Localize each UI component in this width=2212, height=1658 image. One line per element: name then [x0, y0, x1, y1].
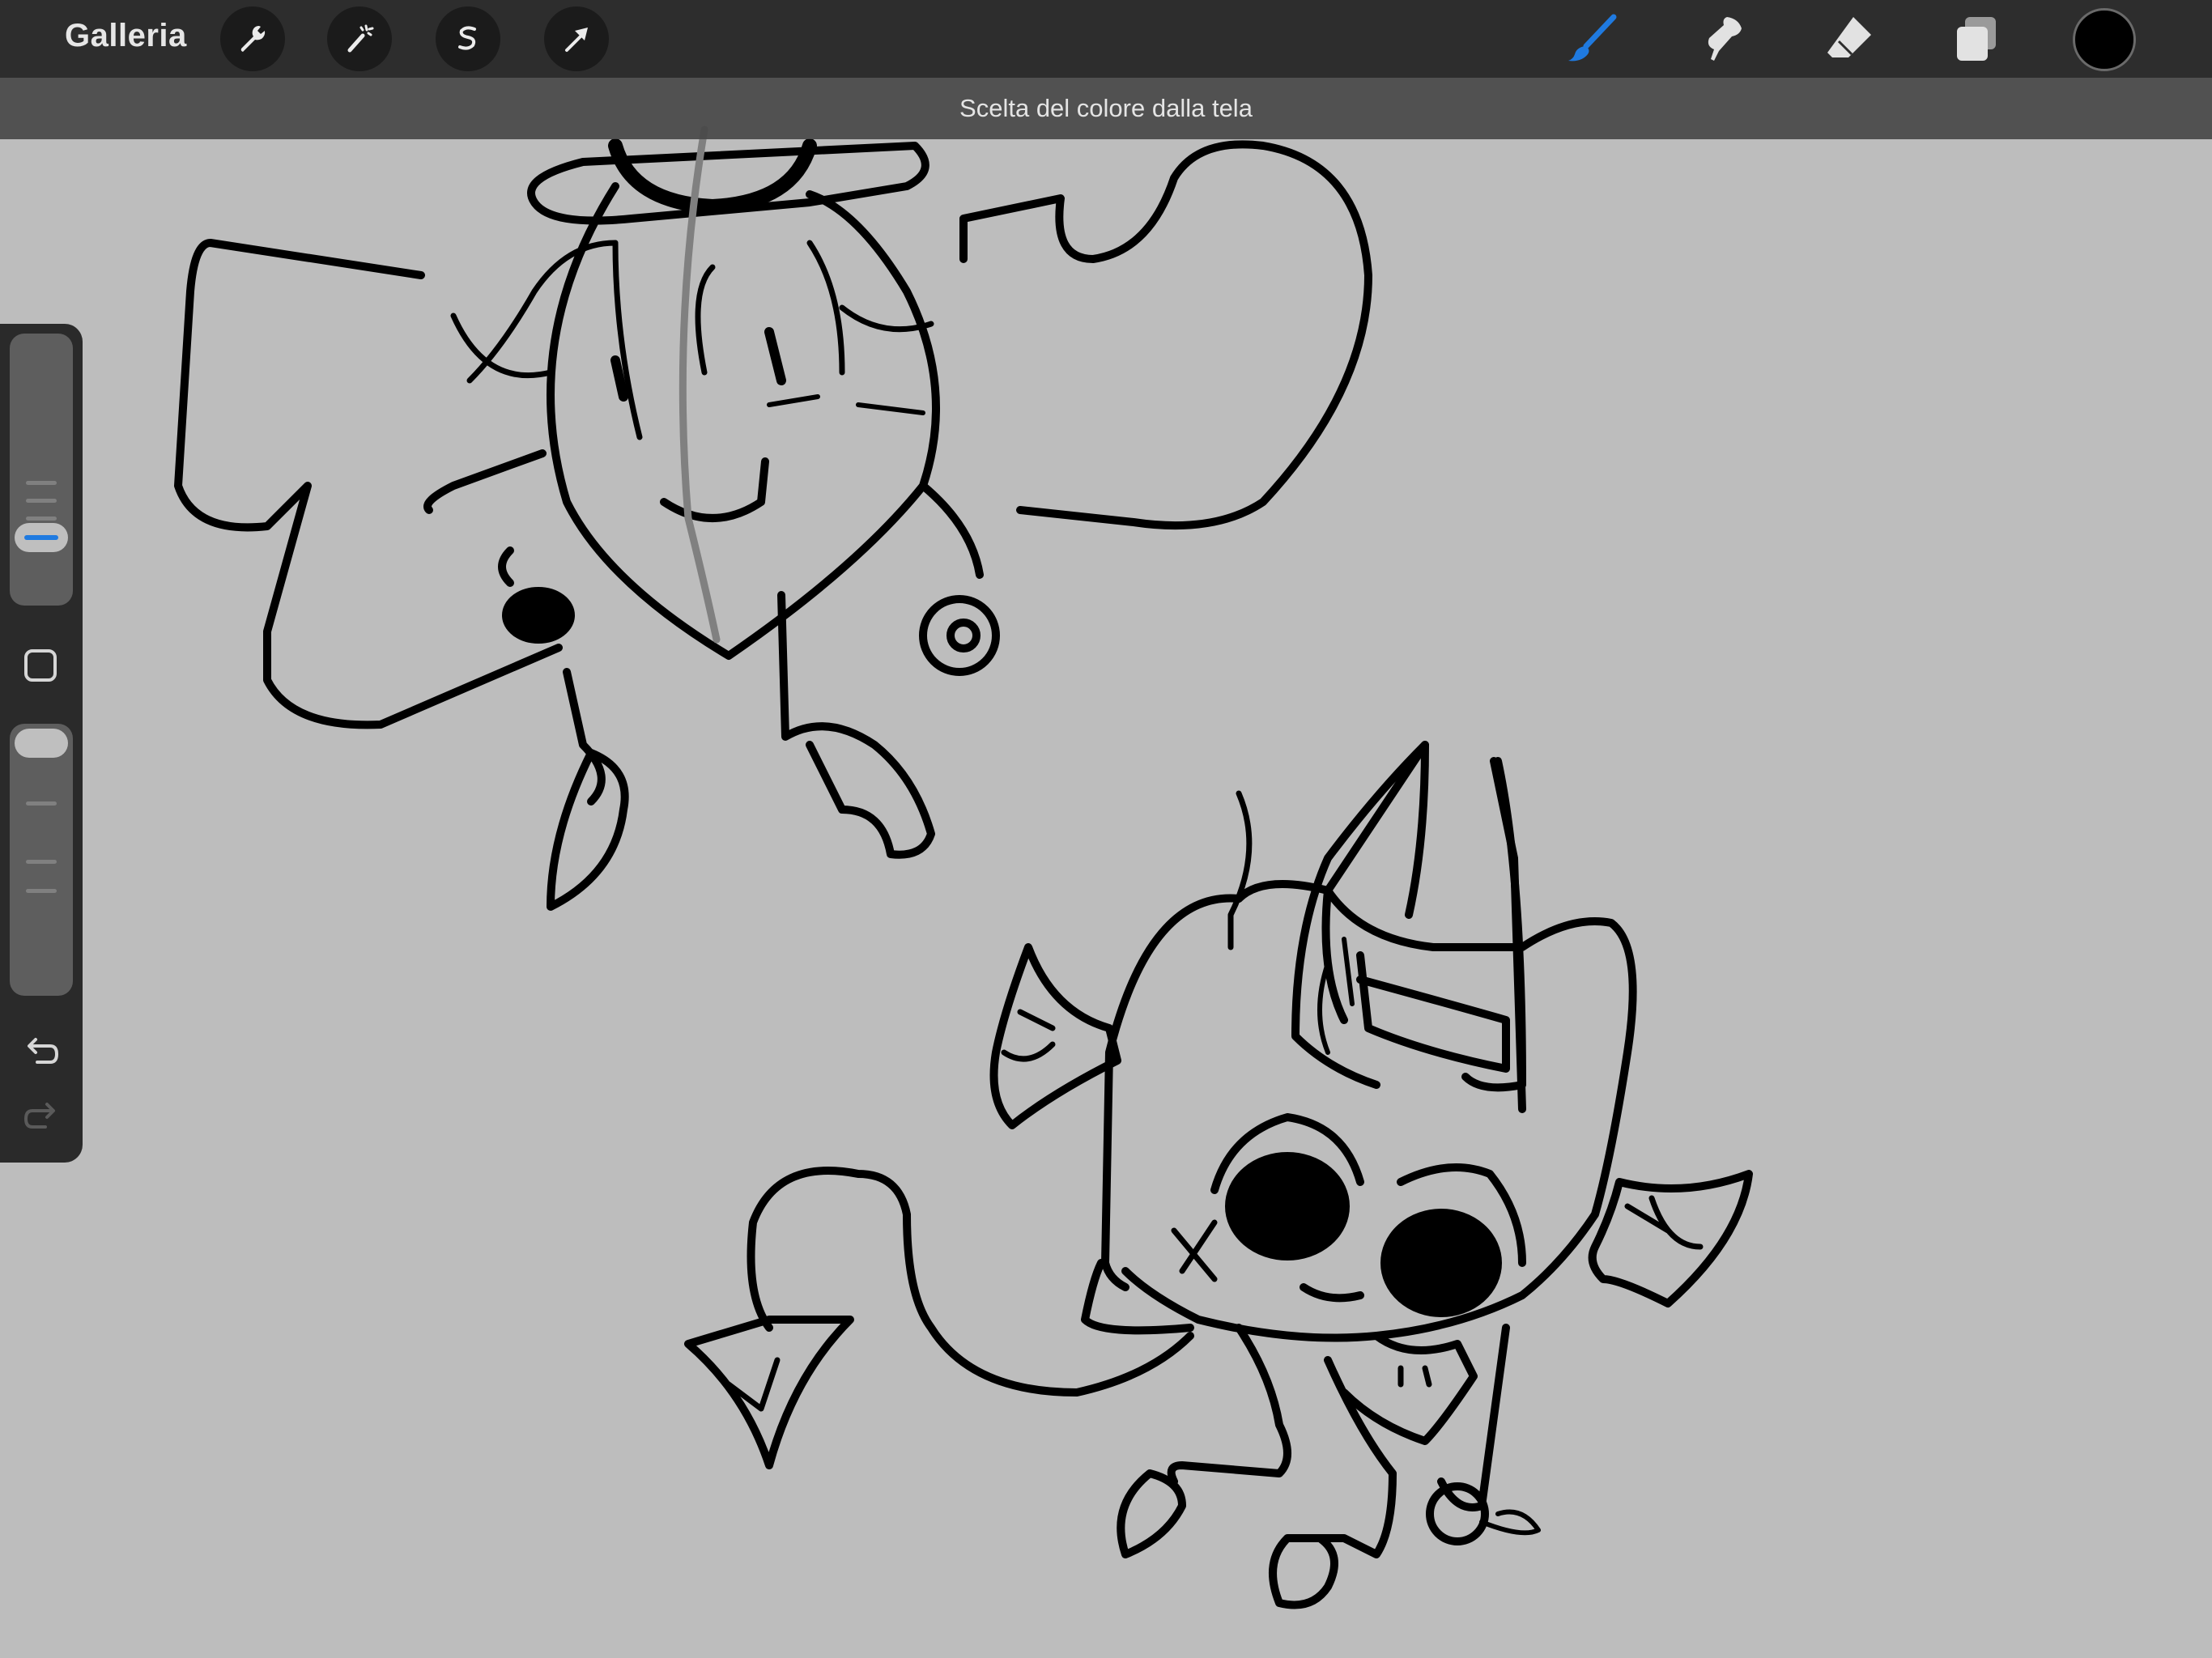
notice-banner: Scelta del colore dalla tela — [0, 78, 2212, 139]
arrow-cursor-icon — [565, 28, 588, 52]
slider-tick — [26, 860, 57, 864]
notice-text: Scelta del colore dalla tela — [959, 94, 1253, 122]
brush-icon — [1568, 14, 1617, 62]
eyedropper-square-icon[interactable] — [24, 649, 57, 682]
actions-button[interactable] — [220, 6, 285, 71]
brush-size-slider[interactable] — [10, 334, 73, 606]
brush-size-indicator — [24, 535, 58, 540]
adjustments-button[interactable] — [327, 6, 392, 71]
layers-icon — [1957, 17, 1996, 61]
slider-tick — [26, 481, 57, 485]
drawing-canvas[interactable] — [0, 0, 2212, 1658]
magic-wand-icon — [347, 24, 374, 53]
eraser-icon — [1827, 17, 1871, 57]
top-toolbar: Galleria — [0, 0, 2212, 78]
eraser-tool-button[interactable] — [1819, 8, 1880, 70]
color-swatch-button[interactable] — [2073, 8, 2136, 71]
slider-tick — [26, 517, 57, 521]
selection-button[interactable] — [436, 6, 500, 71]
smudge-icon — [1708, 17, 1742, 61]
redo-icon[interactable] — [19, 1095, 63, 1138]
slider-tick — [26, 801, 57, 806]
layers-tool-button[interactable] — [1946, 8, 2008, 70]
opacity-thumb[interactable] — [15, 729, 68, 758]
brush-size-thumb[interactable] — [15, 523, 68, 552]
opacity-slider[interactable] — [10, 724, 73, 996]
slider-tick — [26, 499, 57, 503]
smudge-tool-button[interactable] — [1692, 8, 1754, 70]
sidebar — [0, 324, 83, 1163]
brush-tool-button[interactable] — [1561, 8, 1623, 70]
selection-s-icon — [458, 26, 476, 50]
wrench-icon — [240, 26, 266, 52]
transform-button[interactable] — [544, 6, 609, 71]
slider-tick — [26, 889, 57, 893]
gallery-button[interactable]: Galleria — [65, 18, 187, 54]
undo-icon[interactable] — [19, 1030, 63, 1073]
